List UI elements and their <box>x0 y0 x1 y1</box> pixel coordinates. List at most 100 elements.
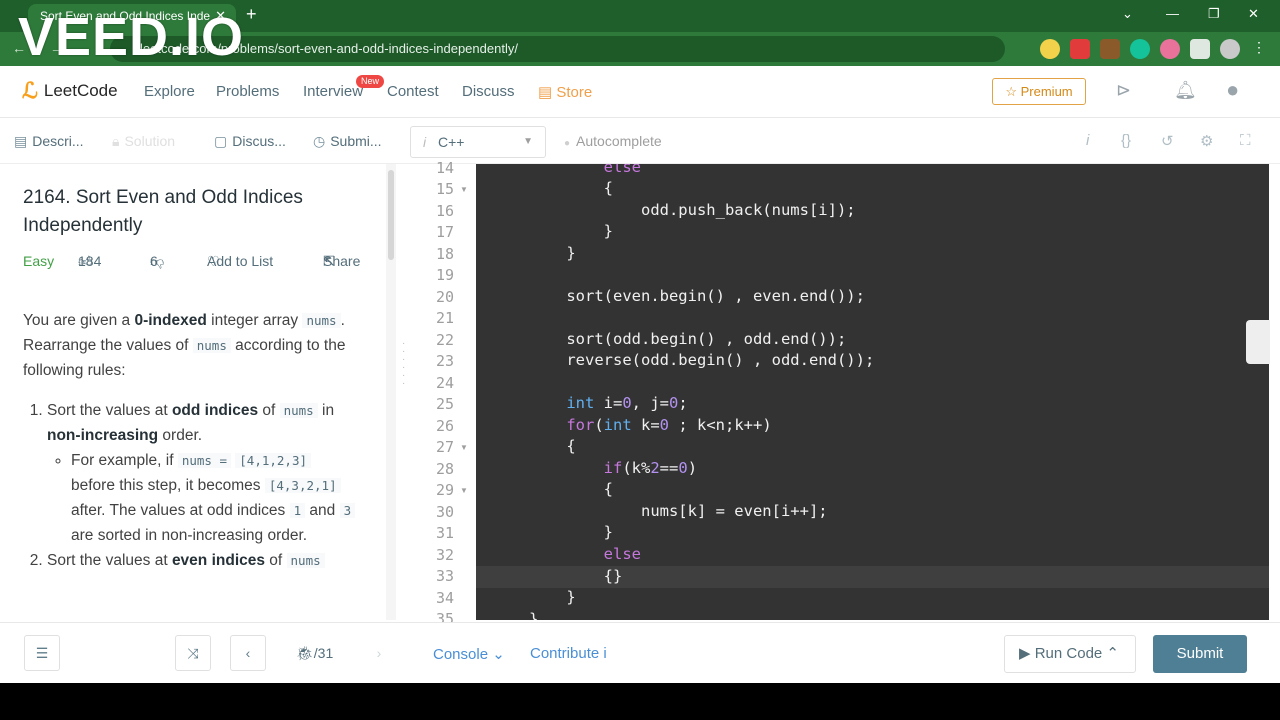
autocomplete-toggle[interactable]: ● Autocomplete <box>564 133 662 149</box>
code-line[interactable]: reverse(odd.begin() , odd.end()); <box>529 350 874 372</box>
prev-button[interactable]: ‹ <box>230 635 266 671</box>
text-bold: 0-indexed <box>134 312 207 329</box>
tab-solution[interactable]: 🔒︎ Solution <box>112 133 175 150</box>
inline-code: [4,3,2,1] <box>264 478 341 493</box>
code-line[interactable]: if(k%2==0) <box>529 458 697 480</box>
profile-avatar[interactable] <box>1220 39 1240 59</box>
bell-icon[interactable]: 🔔︎ <box>1174 80 1197 101</box>
extension-icon[interactable] <box>1040 39 1060 59</box>
letterbox-bar <box>0 683 1280 720</box>
reset-icon[interactable]: ↺ <box>1161 132 1174 150</box>
user-avatar-icon[interactable]: ● <box>1226 77 1239 103</box>
fold-icon[interactable]: ▼ <box>460 185 468 194</box>
playground-icon[interactable]: ⊳ <box>1116 80 1131 101</box>
text-bold: even indices <box>171 552 265 569</box>
code-line[interactable]: int i=0, j=0; <box>529 393 687 415</box>
tab-search-icon[interactable]: ⌄ <box>1122 6 1133 22</box>
language-select[interactable]: i C++ ▼ <box>410 126 546 158</box>
tab-discuss[interactable]: ▢ Discus... <box>214 133 286 150</box>
nav-problems[interactable]: Problems <box>216 83 279 100</box>
nav-discuss[interactable]: Discuss <box>462 83 515 100</box>
close-window-icon[interactable]: ✕ <box>1248 6 1259 22</box>
example-item: For example, if nums = [4,1,2,3] before … <box>71 448 358 548</box>
maximize-icon[interactable]: ❐ <box>1208 6 1220 22</box>
code-line[interactable]: { <box>529 479 613 501</box>
inline-code: nums <box>302 313 341 328</box>
extension-icon[interactable] <box>1100 39 1120 59</box>
premium-button[interactable]: ☆ Premium <box>992 78 1086 105</box>
difficulty-badge: Easy <box>23 253 55 269</box>
line-number: 26 <box>435 417 454 435</box>
code-line[interactable]: } <box>529 587 575 609</box>
new-tab-icon[interactable]: + <box>246 4 257 25</box>
next-button[interactable]: › <box>361 635 397 671</box>
code-line[interactable]: else <box>529 544 641 566</box>
code-line[interactable]: sort(even.begin() , even.end()); <box>529 286 865 308</box>
text: of <box>264 552 287 569</box>
text: in <box>317 402 335 419</box>
line-number: 23 <box>435 352 454 370</box>
add-to-list-label: Add to List <box>207 253 274 269</box>
line-number: 14 <box>435 159 454 177</box>
inline-code: nums <box>286 553 325 568</box>
problem-list-button[interactable]: ☰ <box>24 635 60 671</box>
page-total: /31 <box>313 645 334 661</box>
info-icon: i <box>423 134 427 150</box>
code-line[interactable]: else <box>529 164 641 179</box>
fold-icon[interactable]: ▼ <box>460 486 468 495</box>
description-scroll-thumb[interactable] <box>388 170 394 260</box>
code-line[interactable]: sort(odd.begin() , odd.end()); <box>529 329 846 351</box>
code-line[interactable]: for(int k=0 ; k<n;k++) <box>529 415 771 437</box>
minimize-icon[interactable]: — <box>1166 6 1179 21</box>
inline-code: nums <box>279 403 318 418</box>
url-path: sort-even-and-odd-indices-independently/ <box>278 41 518 56</box>
random-button[interactable]: ⤨ <box>175 635 211 671</box>
puzzle-icon[interactable] <box>1190 39 1210 59</box>
rules-list: Sort the values at odd indices of nums i… <box>47 398 358 573</box>
console-toggle[interactable]: Console ⌄ <box>433 645 505 663</box>
url-field[interactable]: leetcode.com/problems/sort-even-and-odd-… <box>110 36 1005 62</box>
pane-resize-handle[interactable]: · · · · · · <box>402 339 405 389</box>
braces-icon[interactable]: {} <box>1121 132 1131 149</box>
code-line[interactable]: { <box>529 436 575 458</box>
info-icon[interactable]: i <box>1086 132 1089 149</box>
side-panel-tab[interactable] <box>1246 320 1270 364</box>
code-line[interactable]: } <box>529 243 575 265</box>
tab-submissions[interactable]: ◷ Submi... <box>313 133 382 150</box>
leetcode-logo-icon: ℒ <box>22 78 38 103</box>
nav-explore[interactable]: Explore <box>144 83 195 100</box>
run-code-button[interactable]: ▶ Run Code ⌃ <box>1004 635 1136 673</box>
code-line[interactable]: } <box>529 609 538 620</box>
code-line[interactable]: {} <box>529 566 623 588</box>
line-number: 15 <box>435 180 454 198</box>
submit-button[interactable]: Submit <box>1153 635 1247 673</box>
nav-interview[interactable]: Interview <box>303 83 363 100</box>
bottom-bar: ☰ ⤨ ‹ 🐞︎/31 › Console ⌄ Contribute i ▶ R… <box>0 622 1280 683</box>
fold-icon[interactable]: ▼ <box>460 443 468 452</box>
code-line[interactable]: } <box>529 221 613 243</box>
more-menu-icon[interactable]: ⋮ <box>1252 39 1266 59</box>
text: are sorted in non-increasing order. <box>71 527 308 544</box>
settings-icon[interactable]: ⚙ <box>1200 132 1213 150</box>
extension-icon[interactable] <box>1160 39 1180 59</box>
tab-description[interactable]: ▤ Descri... <box>14 133 84 150</box>
clock-icon: ◷ <box>313 133 326 149</box>
code-editor[interactable]: else { odd.push_back(nums[i]); } } sort(… <box>476 164 1269 620</box>
text-bold: non-increasing <box>47 427 159 444</box>
contribute-link[interactable]: Contribute i <box>530 645 607 662</box>
nav-store[interactable]: ▤ Store <box>538 83 592 101</box>
grammarly-icon[interactable] <box>1130 39 1150 59</box>
line-number: 32 <box>435 546 454 564</box>
fullscreen-icon[interactable]: ⛶ <box>1240 132 1251 149</box>
code-line[interactable]: odd.push_back(nums[i]); <box>529 200 856 222</box>
extension-icon[interactable] <box>1070 39 1090 59</box>
nav-contest[interactable]: Contest <box>387 83 439 100</box>
code-line[interactable]: nums[k] = even[i++]; <box>529 501 828 523</box>
code-line[interactable]: { <box>529 178 613 200</box>
code-line[interactable]: } <box>529 522 613 544</box>
line-number: 28 <box>435 460 454 478</box>
rule-item: Sort the values at even indices of nums <box>47 548 358 573</box>
leetcode-logo[interactable]: ℒ LeetCode <box>22 78 118 104</box>
inline-code: [4,1,2,3] <box>235 453 312 468</box>
editor-right-margin <box>1269 164 1280 620</box>
